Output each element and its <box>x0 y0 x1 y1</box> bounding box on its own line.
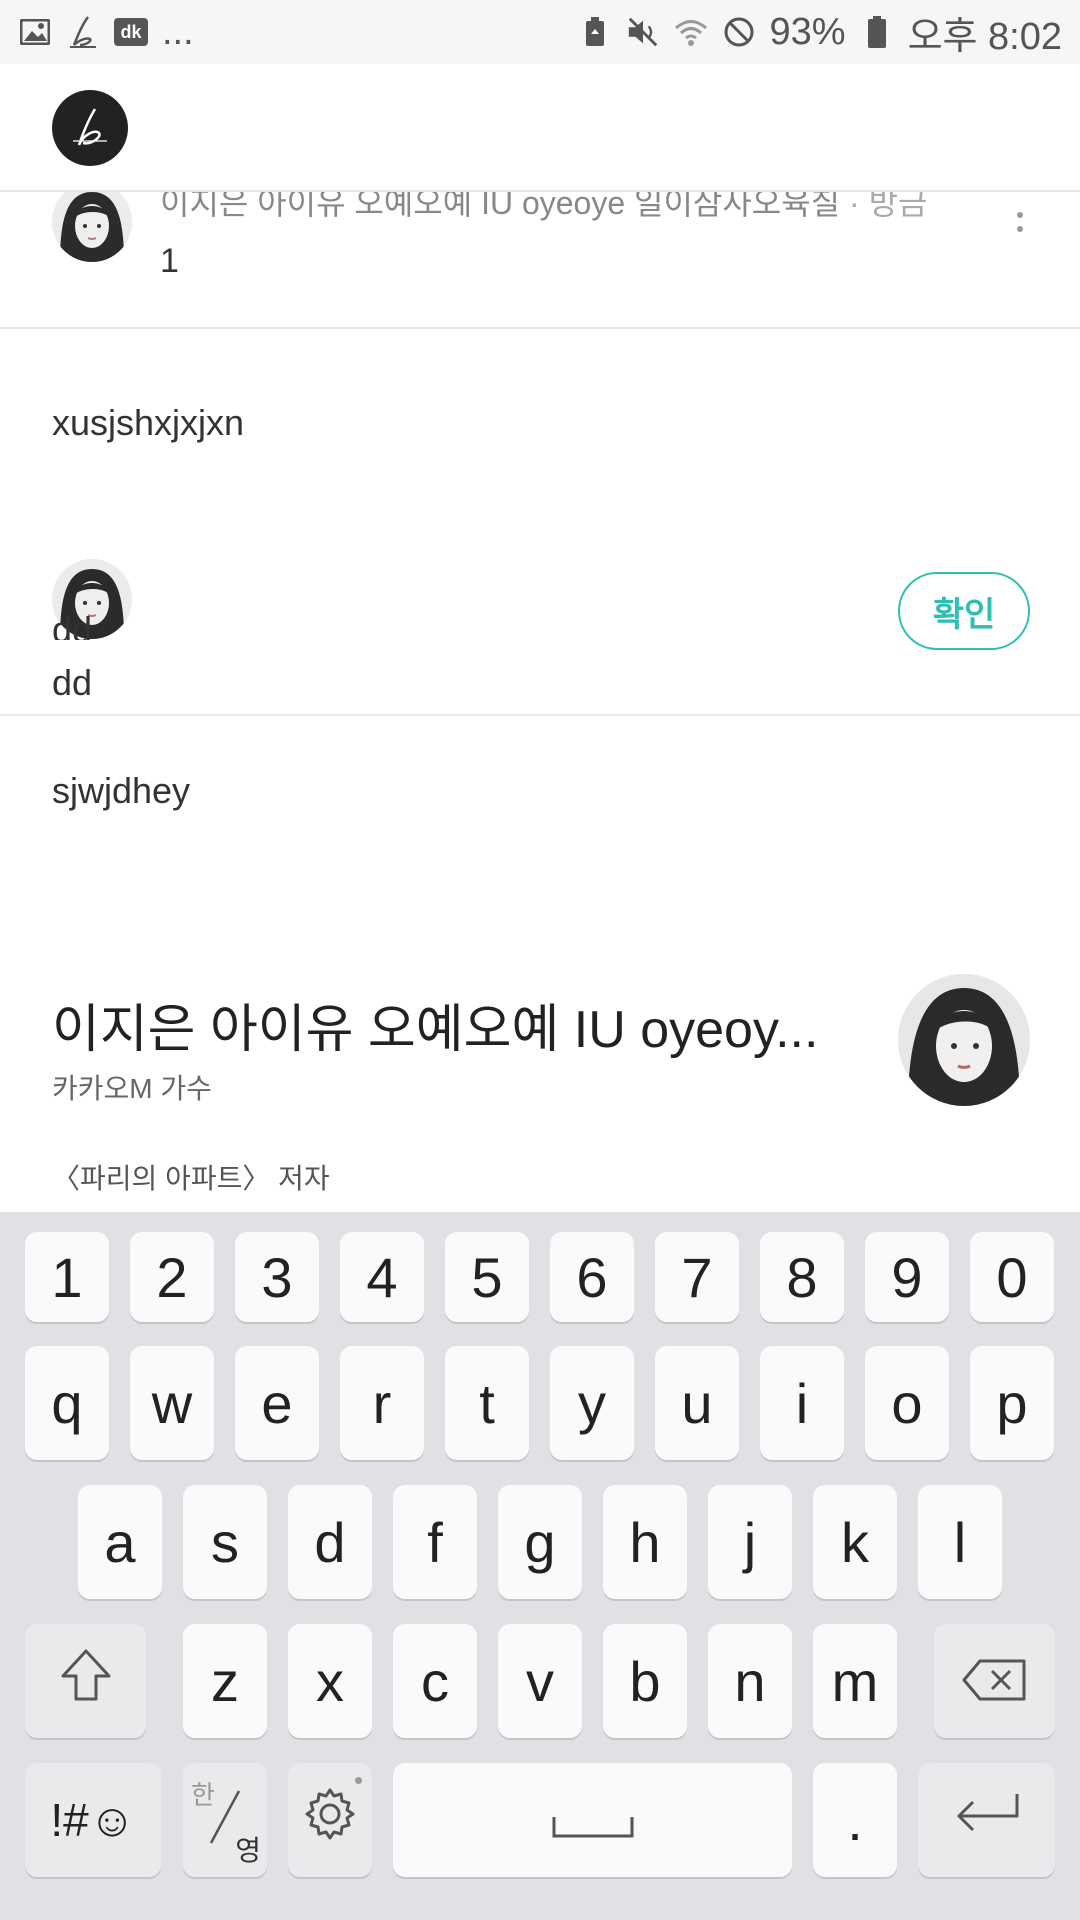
key-c[interactable]: c <box>393 1624 477 1738</box>
key-p[interactable]: p <box>970 1346 1054 1460</box>
key-d[interactable]: d <box>288 1485 372 1599</box>
comment-time: · 방금 <box>849 192 927 221</box>
status-overflow: ... <box>162 10 194 53</box>
key-u[interactable]: u <box>655 1346 739 1460</box>
key-l[interactable]: l <box>918 1485 1002 1599</box>
key-8[interactable]: 8 <box>760 1232 844 1322</box>
key-e[interactable]: e <box>235 1346 319 1460</box>
reply-text-cut: dd <box>52 612 93 640</box>
language-key[interactable]: 한 영 <box>183 1763 267 1877</box>
battery-percent: 93% <box>769 10 846 53</box>
key-s[interactable]: s <box>183 1485 267 1599</box>
key-4[interactable]: 4 <box>340 1232 424 1322</box>
book-bracket-open: 〈 <box>52 1163 81 1194</box>
paragraph-1: xusjshxjxjxn <box>52 402 245 443</box>
key-t[interactable]: t <box>445 1346 529 1460</box>
key-f[interactable]: f <box>393 1485 477 1599</box>
key-5[interactable]: 5 <box>445 1232 529 1322</box>
key-j[interactable]: j <box>708 1485 792 1599</box>
image-icon <box>18 15 52 49</box>
keyboard: 1 2 3 4 5 6 7 8 9 0 q w e r t y u i o p … <box>0 1212 1080 1920</box>
more-options-icon[interactable] <box>1012 192 1028 232</box>
key-h[interactable]: h <box>603 1485 687 1599</box>
comment-author: 이지은 아이유 오예오예 IU oyeoye 일이삼사오육칠 <box>160 192 841 221</box>
enter-key[interactable] <box>918 1763 1055 1877</box>
key-o[interactable]: o <box>865 1346 949 1460</box>
key-a[interactable]: a <box>78 1485 162 1599</box>
key-3[interactable]: 3 <box>235 1232 319 1322</box>
key-r[interactable]: r <box>340 1346 424 1460</box>
do-not-disturb-icon <box>722 15 756 49</box>
author-name: 이지은 아이유 오예오예 IU oyeoy... <box>52 1001 819 1059</box>
status-left: dk ... <box>18 11 194 54</box>
confirm-button[interactable]: 확인 <box>898 572 1030 650</box>
space-key[interactable] <box>393 1763 792 1877</box>
comment-text: 1 <box>160 242 179 280</box>
key-2[interactable]: 2 <box>130 1232 214 1322</box>
mute-icon <box>626 15 660 49</box>
divider <box>0 327 1080 329</box>
key-b[interactable]: b <box>603 1624 687 1738</box>
settings-key[interactable] <box>288 1763 372 1877</box>
backspace-key[interactable] <box>934 1624 1055 1738</box>
paragraph-2: sjwjdhey <box>52 770 191 811</box>
comment-time-text: 방금 <box>868 192 928 221</box>
key-9[interactable]: 9 <box>865 1232 949 1322</box>
battery-icon <box>860 15 894 49</box>
key-0[interactable]: 0 <box>970 1232 1054 1322</box>
shift-icon <box>60 1648 112 1715</box>
app-header <box>0 64 1080 192</box>
key-x[interactable]: x <box>288 1624 372 1738</box>
pen-icon <box>66 15 100 49</box>
dk-label: dk <box>120 21 142 42</box>
key-g[interactable]: g <box>498 1485 582 1599</box>
author-avatar[interactable] <box>898 974 1030 1106</box>
book-title: 파리의 아파트 <box>80 1163 243 1194</box>
enter-icon <box>951 1788 1023 1853</box>
period-key[interactable]: . <box>813 1763 897 1877</box>
settings-icon <box>302 1786 358 1855</box>
author-book: 〈파리의 아파트〉 저자 <box>52 1157 330 1197</box>
key-k[interactable]: k <box>813 1485 897 1599</box>
commenter-avatar[interactable] <box>52 192 132 262</box>
settings-dot-icon <box>355 1777 362 1784</box>
shift-key[interactable] <box>25 1624 146 1738</box>
key-1[interactable]: 1 <box>25 1232 109 1322</box>
battery-saver-icon <box>578 15 612 49</box>
space-icon <box>551 1788 635 1853</box>
comment-content: 이지은 아이유 오예오예 IU oyeoye 일이삼사오육칠 · 방금 1 xu… <box>0 192 1080 1212</box>
key-n[interactable]: n <box>708 1624 792 1738</box>
comment-meta: 이지은 아이유 오예오예 IU oyeoye 일이삼사오육칠 · 방금 <box>160 192 927 224</box>
key-i[interactable]: i <box>760 1346 844 1460</box>
key-z[interactable]: z <box>183 1624 267 1738</box>
key-q[interactable]: q <box>25 1346 109 1460</box>
divider <box>0 714 1080 716</box>
key-7[interactable]: 7 <box>655 1232 739 1322</box>
key-m[interactable]: m <box>813 1624 897 1738</box>
wifi-icon <box>674 15 708 49</box>
key-y[interactable]: y <box>550 1346 634 1460</box>
clock: 오후 8:02 <box>907 15 1062 58</box>
key-v[interactable]: v <box>498 1624 582 1738</box>
key-w[interactable]: w <box>130 1346 214 1460</box>
author-description: 카카오M 가수 <box>52 1073 212 1104</box>
backspace-icon <box>962 1649 1028 1714</box>
book-bracket-close: 〉 저자 <box>242 1163 330 1194</box>
status-bar: dk ... 93% 오후 8:02 <box>0 0 1080 64</box>
symbols-key[interactable]: !#☺ <box>25 1763 161 1877</box>
reply-input-text[interactable]: dd <box>52 662 92 704</box>
lang-bottom: 영 <box>235 1835 261 1866</box>
dk-app-icon: dk <box>114 18 148 46</box>
brunch-logo-icon[interactable] <box>52 90 128 166</box>
status-right: 93% 오후 8:02 <box>578 5 1062 60</box>
key-6[interactable]: 6 <box>550 1232 634 1322</box>
